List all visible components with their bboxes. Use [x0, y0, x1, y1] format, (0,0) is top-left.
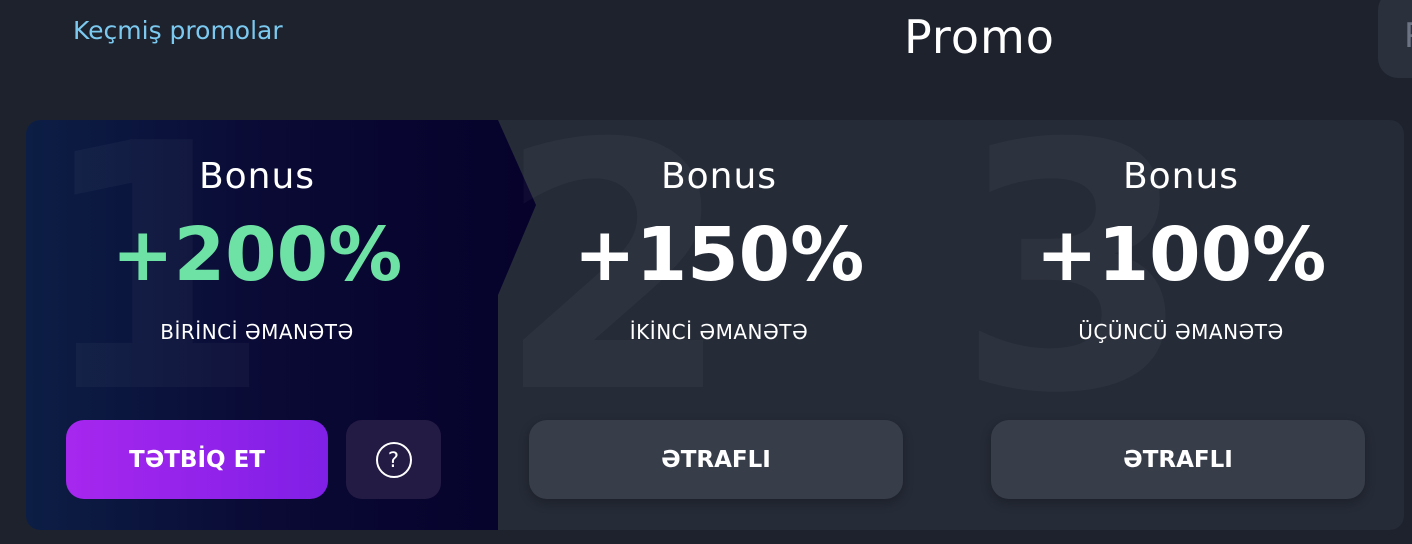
bonus-steps-panel: 1 2 3 Bonus +200% BİRİNCİ ƏMANƏTƏ TƏTBİQ…	[26, 120, 1404, 530]
bonus-percent: +150%	[573, 212, 865, 298]
question-circle-icon: ?	[375, 441, 412, 478]
bonus-card-third-deposit: Bonus +100% ÜÇÜNCÜ ƏMANƏTƏ ƏTRAFLI	[950, 120, 1404, 530]
details-button[interactable]: ƏTRAFLI	[991, 420, 1365, 499]
bonus-label: Bonus	[198, 156, 316, 197]
bonus-label: Bonus	[1122, 156, 1240, 197]
deposit-text: ÜÇÜNCÜ ƏMANƏTƏ	[1078, 320, 1284, 344]
page-title: Promo	[904, 10, 1055, 64]
bonus-percent: +100%	[1035, 212, 1327, 298]
promo-page: Keçmiş promolar Promo P 1 2 3 Bonus +200…	[0, 0, 1412, 544]
apply-button[interactable]: TƏTBİQ ET	[66, 420, 328, 499]
bonus-card-first-deposit: Bonus +200% BİRİNCİ ƏMANƏTƏ TƏTBİQ ET ?	[26, 120, 488, 530]
deposit-text: İKİNCİ ƏMANƏTƏ	[629, 320, 809, 344]
side-tab-label: P	[1404, 16, 1412, 56]
details-button[interactable]: ƏTRAFLI	[529, 420, 903, 499]
side-tab[interactable]: P	[1378, 0, 1412, 78]
deposit-text: BİRİNCİ ƏMANƏTƏ	[160, 320, 354, 344]
past-promos-link[interactable]: Keçmiş promolar	[73, 16, 283, 45]
bonus-label: Bonus	[660, 156, 778, 197]
bonus-card-second-deposit: Bonus +150% İKİNCİ ƏMANƏTƏ ƏTRAFLI	[488, 120, 950, 530]
bonus-percent: +200%	[111, 212, 403, 298]
help-button[interactable]: ?	[346, 420, 441, 499]
